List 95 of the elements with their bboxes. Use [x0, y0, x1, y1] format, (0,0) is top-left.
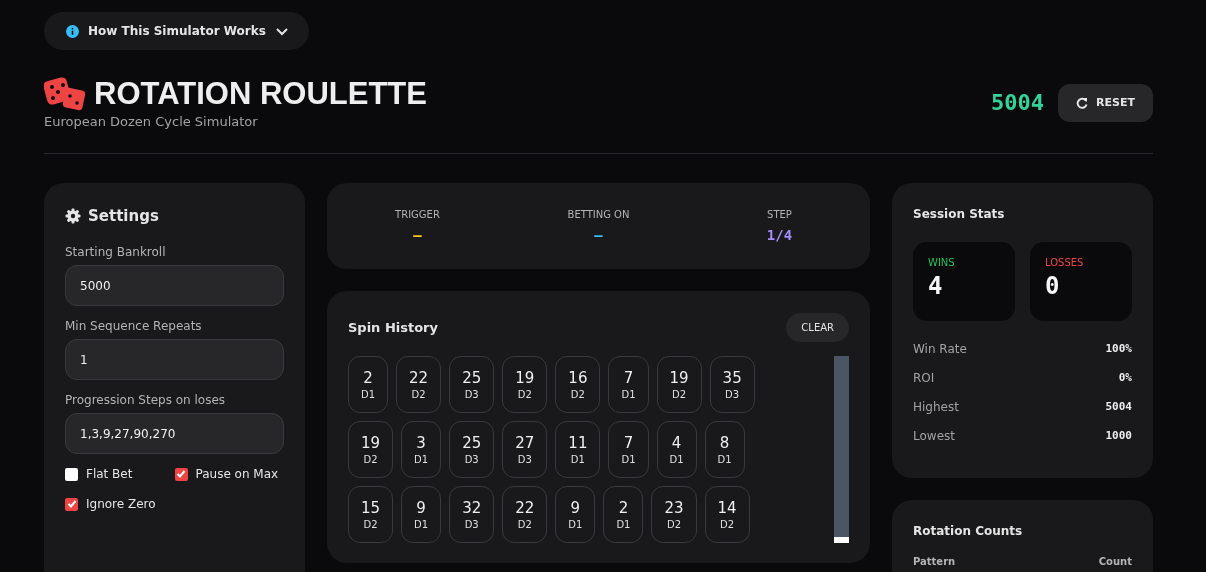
- checkbox-label: Pause on Max: [195, 467, 279, 481]
- spin-number: 32: [462, 499, 482, 517]
- spin-number: 25: [462, 369, 482, 387]
- checkbox-label: Flat Bet: [86, 467, 133, 481]
- spin-number: 22: [409, 369, 429, 387]
- spin-number: 23: [664, 499, 684, 517]
- spin-number: 16: [568, 369, 588, 387]
- input-field[interactable]: 5000: [65, 265, 284, 306]
- gear-icon: [65, 208, 81, 224]
- spin-number: 27: [515, 434, 535, 452]
- stat-value: 1000: [1105, 429, 1132, 442]
- spin-number: 8: [719, 434, 730, 452]
- spin-number: 19: [515, 369, 535, 387]
- dozen-label: D1: [568, 519, 583, 530]
- spin-number: 15: [361, 499, 381, 517]
- stat-value: 0%: [1118, 371, 1132, 384]
- checkbox[interactable]: [65, 497, 78, 511]
- status-label: BETTING ON: [567, 209, 630, 220]
- spin-number: 2: [363, 369, 373, 387]
- stat-value: 5004: [1105, 400, 1132, 413]
- stat-label: Lowest: [913, 429, 955, 443]
- dozen-label: D1: [414, 454, 429, 465]
- tile-value: 0: [1045, 272, 1061, 300]
- status-label: TRIGGER: [395, 209, 440, 220]
- dozen-label: D1: [616, 519, 631, 530]
- checkbox-label: Ignore Zero: [86, 497, 156, 511]
- app-subtitle: European Dozen Cycle Simulator: [44, 114, 259, 129]
- dozen-label: D1: [570, 454, 585, 465]
- status-value: 1/4: [766, 227, 793, 243]
- input-field[interactable]: 1,3,9,27,90,270: [65, 413, 284, 454]
- spin-number: 25: [462, 434, 482, 452]
- field-label: Min Sequence Repeats: [65, 319, 203, 333]
- dice-icon: [44, 77, 88, 111]
- scrollbar[interactable]: [834, 356, 849, 543]
- spin-number: 19: [361, 434, 381, 452]
- app-title: ROTATION ROULETTE: [94, 76, 427, 112]
- spin-number: 9: [416, 499, 426, 517]
- dozen-label: D1: [717, 454, 732, 465]
- checkbox[interactable]: [174, 467, 188, 481]
- dozen-label: D2: [720, 519, 735, 530]
- dozen-label: D3: [464, 389, 479, 400]
- reset-button[interactable]: RESET: [1058, 83, 1153, 122]
- spin-number: 4: [671, 434, 682, 452]
- spin-history-title: Spin History: [348, 320, 438, 335]
- column-header: Pattern: [913, 556, 956, 567]
- stat-value: 100%: [1105, 342, 1132, 355]
- tile-label: LOSSES: [1045, 257, 1085, 268]
- clear-button[interactable]: CLEAR: [786, 313, 849, 342]
- status-label: STEP: [767, 209, 792, 220]
- dozen-label: D1: [621, 389, 636, 400]
- rotation-counts-title: Rotation Counts: [913, 524, 1024, 538]
- spin-number: 11: [568, 434, 588, 452]
- field-label: Starting Bankroll: [65, 245, 167, 259]
- bankroll-amount: 5004: [991, 90, 1045, 115]
- spin-number: 7: [623, 369, 634, 387]
- dozen-label: D2: [672, 389, 687, 400]
- dozen-label: D2: [517, 389, 532, 400]
- tile-label: WINS: [928, 257, 956, 268]
- dozen-label: D2: [363, 519, 378, 530]
- dozen-label: D2: [411, 389, 426, 400]
- stat-label: Win Rate: [913, 342, 967, 356]
- dozen-label: D2: [570, 389, 585, 400]
- status-value: –: [594, 227, 603, 243]
- status-value: –: [413, 227, 422, 243]
- dozen-label: D3: [517, 454, 532, 465]
- stat-label: Highest: [913, 400, 959, 414]
- checkbox[interactable]: [65, 467, 78, 481]
- dozen-label: D2: [517, 519, 532, 530]
- dozen-label: D3: [725, 389, 740, 400]
- spin-number: 19: [669, 369, 689, 387]
- session-stats-title: Session Stats: [913, 207, 1006, 221]
- dozen-label: D1: [414, 519, 429, 530]
- spin-number: 14: [717, 499, 737, 517]
- spin-number: 9: [570, 499, 581, 517]
- spin-number: 2: [618, 499, 629, 517]
- column-header: Count: [1098, 556, 1132, 567]
- reset-icon: [1076, 96, 1089, 109]
- spin-number: 22: [515, 499, 535, 517]
- spin-number: 3: [416, 434, 426, 452]
- dozen-label: D1: [361, 389, 376, 400]
- input-field[interactable]: 1: [65, 339, 284, 380]
- dozen-label: D3: [464, 454, 479, 465]
- field-label: Progression Steps on loses: [65, 393, 227, 407]
- spin-number: 35: [722, 369, 742, 387]
- spin-number: 7: [623, 434, 634, 452]
- dozen-label: D1: [621, 454, 636, 465]
- dozen-label: D1: [669, 454, 684, 465]
- info-toggle-button[interactable]: How This Simulator Works: [44, 12, 309, 50]
- tile-value: 4: [928, 272, 944, 300]
- settings-title: Settings: [88, 207, 159, 225]
- info-icon: [66, 24, 79, 38]
- dozen-label: D2: [667, 519, 682, 530]
- dozen-label: D2: [363, 454, 378, 465]
- dozen-label: D3: [464, 519, 479, 530]
- stat-label: ROI: [913, 371, 935, 385]
